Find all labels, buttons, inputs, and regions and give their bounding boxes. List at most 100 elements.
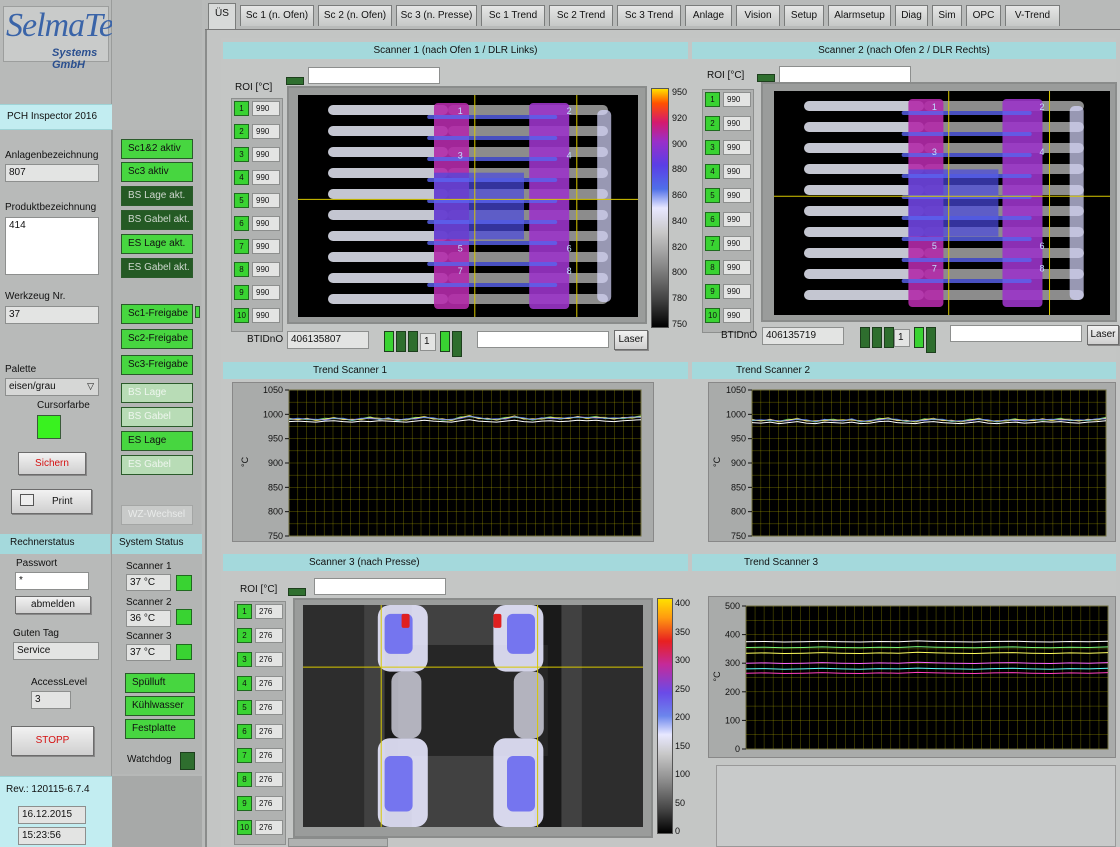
passwort-input[interactable]: *: [15, 572, 89, 590]
tab-sc-1-trend[interactable]: Sc 1 Trend: [481, 5, 545, 26]
scanner1-roi-button-6[interactable]: 6: [234, 216, 249, 231]
palette-value: eisen/grau: [9, 381, 56, 392]
scanner1-roi-button-2[interactable]: 2: [234, 124, 249, 139]
passwort-label: Passwort: [16, 558, 58, 569]
scanner3-roi-button-3[interactable]: 3: [237, 652, 252, 667]
scanner2-roi-button-9[interactable]: 9: [705, 284, 720, 299]
scanner2-temp: 36 °C: [126, 610, 171, 627]
scanner2-name-input[interactable]: [779, 66, 911, 83]
stopp-button[interactable]: STOPP: [11, 726, 94, 756]
scanner3-roi-button-10[interactable]: 10: [237, 820, 252, 835]
scanner2-roi-button-3[interactable]: 3: [705, 140, 720, 155]
scanner2-roi-button-4[interactable]: 4: [705, 164, 720, 179]
scanner1-roi-toggle[interactable]: [286, 77, 304, 85]
scanner3-color-scale: [657, 598, 673, 834]
print-button[interactable]: Print: [11, 489, 92, 514]
scanner3-roi-button-2[interactable]: 2: [237, 628, 252, 643]
freigabe-button-4[interactable]: BS Gabel: [121, 407, 193, 427]
scanner3-scale-tick: 50: [675, 797, 686, 808]
abmelden-button[interactable]: abmelden: [15, 596, 91, 614]
scanner1-roi-button-3[interactable]: 3: [234, 147, 249, 162]
scanner1-roi-button-9[interactable]: 9: [234, 285, 249, 300]
tab-diag[interactable]: Diag: [895, 5, 928, 26]
tab-sc-1-n-ofen[interactable]: Sc 1 (n. Ofen): [240, 5, 314, 26]
scanner1-roi-button-10[interactable]: 10: [234, 308, 249, 323]
produkt-field[interactable]: 414: [5, 217, 99, 275]
palette-select[interactable]: eisen/grau ▽: [5, 378, 99, 396]
chevron-down-icon: ▽: [87, 381, 94, 391]
scanner2-roi-toggle[interactable]: [757, 74, 775, 82]
scanner2-roi-button-7[interactable]: 7: [705, 236, 720, 251]
freigabe-button-5[interactable]: ES Lage: [121, 431, 193, 451]
tab-opc[interactable]: OPC: [966, 5, 1001, 26]
scanner2-roi-button-6[interactable]: 6: [705, 212, 720, 227]
mid-toggle-5[interactable]: ES Gabel akt.: [121, 258, 193, 278]
freigabe-button-1[interactable]: Sc2-Freigabe: [121, 329, 193, 349]
scanner3-name-input[interactable]: [314, 578, 446, 595]
scanner1-laser-button[interactable]: Laser: [614, 330, 648, 350]
mid-toggle-0[interactable]: Sc1&2 aktiv: [121, 139, 193, 159]
tab-alarmsetup[interactable]: Alarmsetup: [828, 5, 891, 26]
wz-wechsel-button[interactable]: WZ-Wechsel: [121, 505, 193, 525]
mid-toggle-2[interactable]: BS Lage akt.: [121, 186, 193, 206]
festplatte-button[interactable]: Festplatte: [125, 719, 195, 739]
scanner2-roi-button-2[interactable]: 2: [705, 116, 720, 131]
tab-sim[interactable]: Sim: [932, 5, 962, 26]
scanner3-roi-button-1[interactable]: 1: [237, 604, 252, 619]
scanner2-roi-button-10[interactable]: 10: [705, 308, 720, 323]
freigabe-button-3[interactable]: BS Lage: [121, 383, 193, 403]
tab-sc-3-trend[interactable]: Sc 3 Trend: [617, 5, 681, 26]
cursor-color-swatch[interactable]: [37, 415, 61, 439]
scanner3-roi-button-5[interactable]: 5: [237, 700, 252, 715]
scanner3-temp: 37 °C: [126, 644, 171, 661]
freigabe-button-6[interactable]: ES Gabel: [121, 455, 193, 475]
spuelluft-button[interactable]: Spülluft: [125, 673, 195, 693]
trend1svg-tick-label: 1000: [263, 409, 283, 419]
tab-setup[interactable]: Setup: [784, 5, 824, 26]
tab-sc-3-n-presse[interactable]: Sc 3 (n. Presse): [396, 5, 477, 26]
trend3-empty-panel: [716, 765, 1116, 847]
scanner2-laser-input[interactable]: [950, 325, 1082, 342]
scanner1-roi-button-4[interactable]: 4: [234, 170, 249, 185]
scanner3-roi-button-7[interactable]: 7: [237, 748, 252, 763]
scanner1-laser-input[interactable]: [477, 331, 609, 348]
scanner1-roi-button-5[interactable]: 5: [234, 193, 249, 208]
time-field: 15:23:56: [18, 827, 86, 845]
scanner2-roi-button-1[interactable]: 1: [705, 92, 720, 107]
scanner1-name-input[interactable]: [308, 67, 440, 84]
kuehlwasser-button[interactable]: Kühlwasser: [125, 696, 195, 716]
roi-marker: 6: [1039, 241, 1044, 251]
mid-toggle-4[interactable]: ES Lage akt.: [121, 234, 193, 254]
scanner1-roi-value-10: 990: [252, 308, 280, 323]
tab-vision[interactable]: Vision: [736, 5, 780, 26]
tab-s[interactable]: ÜS: [208, 3, 236, 29]
scanner2-roi-button-5[interactable]: 5: [705, 188, 720, 203]
scanner3-roi-button-6[interactable]: 6: [237, 724, 252, 739]
scanner1-roi-button-7[interactable]: 7: [234, 239, 249, 254]
save-button[interactable]: Sichern: [18, 452, 86, 475]
tab-sc-2-n-ofen[interactable]: Sc 2 (n. Ofen): [318, 5, 392, 26]
mid-toggle-3[interactable]: BS Gabel akt.: [121, 210, 193, 230]
tab-v-trend[interactable]: V-Trend: [1005, 5, 1060, 26]
werkzeug-field[interactable]: 37: [5, 306, 99, 324]
anlage-label: Anlagenbezeichnung: [5, 150, 99, 161]
mid-toggle-1[interactable]: Sc3 aktiv: [121, 162, 193, 182]
trend2svg-tick-label: 1000: [726, 409, 746, 419]
scanner2-roi-button-8[interactable]: 8: [705, 260, 720, 275]
scanner3-roi-button-4[interactable]: 4: [237, 676, 252, 691]
scanner2-thermal-view: 1 2 3 4 5 6 7 8: [774, 91, 1110, 315]
printer-icon: [20, 494, 34, 506]
scanner3-roi-toggle[interactable]: [288, 588, 306, 596]
scanner1-roi-button-8[interactable]: 8: [234, 262, 249, 277]
trend1svg-tick-label: 850: [268, 482, 283, 492]
scanner2-laser-button[interactable]: Laser: [1087, 325, 1119, 345]
scanner3-roi-button-9[interactable]: 9: [237, 796, 252, 811]
scanner1-scale-tick: 950: [672, 87, 688, 97]
tab-anlage[interactable]: Anlage: [685, 5, 732, 26]
scanner3-roi-button-8[interactable]: 8: [237, 772, 252, 787]
scanner1-roi-button-1[interactable]: 1: [234, 101, 249, 116]
freigabe-button-2[interactable]: Sc3-Freigabe: [121, 355, 193, 375]
anlage-field[interactable]: 807: [5, 164, 99, 182]
tab-sc-2-trend[interactable]: Sc 2 Trend: [549, 5, 613, 26]
freigabe-button-0[interactable]: Sc1-Freigabe: [121, 304, 193, 324]
